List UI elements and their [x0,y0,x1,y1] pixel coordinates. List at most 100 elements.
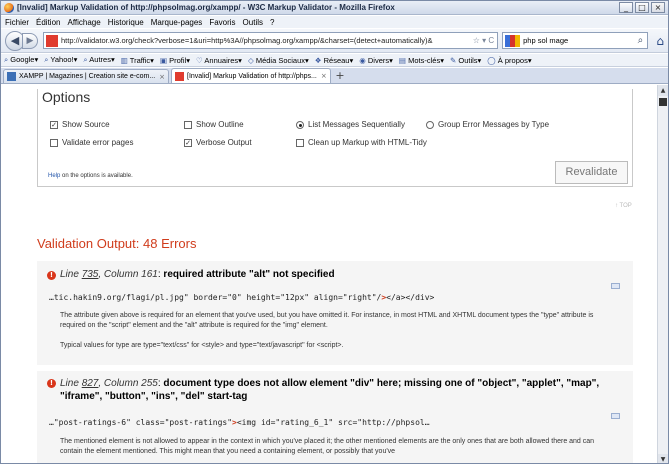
menu-help[interactable]: ? [270,18,274,27]
bookmark-reseau[interactable]: ❖ Réseau▾ [315,56,353,65]
home-icon[interactable]: ⌂ [652,33,668,49]
page-content: Options ✓ Show Source Show Outline List … [1,85,659,463]
validate-error-pages-checkbox[interactable] [50,138,58,147]
bookmark-autres[interactable]: ⌕ Autres▾ [83,55,114,65]
tab-label: [Invalid] Markup Validation of http://ph… [187,72,317,80]
menu-fichier[interactable]: Fichier [5,18,29,27]
search-icon[interactable]: ⌕ [633,35,647,46]
bookmark-outils[interactable]: ✎ Outils▾ [450,56,481,65]
show-outline-option[interactable]: Show Outline [184,120,244,129]
traffic-icon: ▥ [120,55,128,65]
help-link[interactable]: Help [48,173,60,179]
bookmark-traffic[interactable]: ▥ Traffic▾ [121,56,154,65]
bookmark-divers[interactable]: ◉ Divers▾ [359,56,393,65]
option-label: List Messages Sequentially [308,120,405,129]
search-input[interactable]: php sol mage [523,36,633,45]
bookmark-label: Divers▾ [367,55,393,65]
help-text-rest: on the options is available. [62,173,133,179]
tab-xampp[interactable]: XAMPP | Magazines | Creation site e-com.… [3,69,169,83]
menu-bar: Fichier Édition Affichage Historique Mar… [1,16,668,28]
scroll-down-icon[interactable]: ▼ [658,454,668,463]
options-heading: Options [42,89,91,105]
maximize-button[interactable]: □ [635,2,649,13]
validator-favicon-icon [175,71,184,81]
code-before: …tic.hakin9.org/flagi/pl.jpg" border="0"… [49,293,382,302]
error-message: ! Line 827, Column 255: document type do… [37,371,633,463]
verbose-output-option[interactable]: ✓ Verbose Output [184,138,252,147]
bookmark-label: Média Sociaux▾ [255,55,309,65]
verbose-output-checkbox[interactable]: ✓ [184,138,192,147]
window-title: [Invalid] Markup Validation of http://ph… [17,3,395,12]
site-favicon-icon [46,34,58,47]
line-link[interactable]: 735 [82,269,99,280]
browser-window: [Invalid] Markup Validation of http://ph… [0,0,669,464]
bookmark-label: Mots-clés▾ [408,55,444,65]
vertical-scrollbar[interactable]: ▲ ▼ [657,85,668,463]
bookmark-label: Autres▾ [89,55,115,64]
apropos-icon: ◯ [487,55,496,65]
scroll-thumb[interactable] [659,98,667,106]
close-tab-icon[interactable]: × [321,72,327,80]
line-link[interactable]: 827 [82,378,99,389]
menu-affichage[interactable]: Affichage [67,18,100,27]
outils-icon: ✎ [449,55,457,65]
option-label: Clean up Markup with HTML-Tidy [308,138,427,147]
option-label: Show Outline [196,120,244,129]
option-label: Validate error pages [62,138,134,147]
menu-marque-pages[interactable]: Marque-pages [151,18,203,27]
validation-output-heading: Validation Output: 48 Errors [37,236,197,251]
code-after: </a></div> [386,293,435,302]
bookmark-media[interactable]: ◇ Média Sociaux▾ [248,56,309,65]
top-link[interactable]: ↑ TOP [615,203,632,209]
bookmark-label: Google▾ [10,55,39,64]
help-text: Help on the options is available. [48,173,133,179]
option-label: Show Source [62,120,110,129]
option-label: Group Error Messages by Type [438,120,550,129]
show-source-option[interactable]: ✓ Show Source [50,120,110,129]
divers-icon: ◉ [359,55,366,65]
window-controls: _ □ × [619,2,665,13]
group-by-type-option[interactable]: Group Error Messages by Type [426,120,549,129]
motscles-icon: ▤ [398,55,407,65]
close-button[interactable]: × [651,2,665,13]
url-text[interactable]: http://validator.w3.org/check?verbose=1&… [61,36,470,45]
google-search-engine-icon[interactable] [505,34,521,47]
url-bar-controls[interactable]: ☆ ▾ C [473,36,494,45]
tab-validator[interactable]: [Invalid] Markup Validation of http://ph… [171,68,331,83]
close-tab-icon[interactable]: × [159,73,165,81]
list-sequential-radio[interactable] [296,120,304,129]
menu-historique[interactable]: Historique [108,18,144,27]
menu-outils[interactable]: Outils [243,18,263,27]
google-icon: ⌕ [4,55,9,64]
bookmark-apropos[interactable]: ◯ À propos▾ [487,56,531,65]
menu-edition[interactable]: Édition [36,18,60,27]
list-sequential-option[interactable]: List Messages Sequentially [296,120,405,129]
bookmark-annuaires[interactable]: ♡ Annuaires▾ [196,56,242,65]
explanation-toggle-icon[interactable] [611,413,620,419]
forward-button[interactable]: ▶ [22,32,38,49]
minimize-button[interactable]: _ [619,2,633,13]
yahoo-icon: ⌕ [44,55,49,64]
search-box[interactable]: php sol mage ⌕ [502,32,649,49]
validate-error-pages-option[interactable]: Validate error pages [50,138,133,147]
annuaires-icon: ♡ [196,55,203,65]
show-outline-checkbox[interactable] [184,120,192,129]
menu-favoris[interactable]: Favoris [209,18,235,27]
cleanup-checkbox[interactable] [296,138,304,147]
group-by-type-radio[interactable] [426,120,434,129]
bookmark-label: Profil▾ [169,55,190,65]
bookmark-label: Réseau▾ [323,55,354,65]
explanation-toggle-icon[interactable] [611,283,620,289]
cleanup-option[interactable]: Clean up Markup with HTML-Tidy [296,138,427,147]
bookmark-profil[interactable]: ▣ Profil▾ [160,56,190,65]
bookmark-google[interactable]: ⌕ Google▾ [4,55,38,65]
show-source-checkbox[interactable]: ✓ [50,120,58,129]
scroll-up-icon[interactable]: ▲ [658,85,668,96]
bookmark-motscles[interactable]: ▤ Mots-clés▾ [399,56,444,65]
new-tab-button[interactable]: + [333,70,347,83]
bookmark-yahoo[interactable]: ⌕ Yahoo!▾ [44,55,77,65]
reseau-icon: ❖ [314,55,322,65]
bookmark-label: Traffic▾ [129,55,154,65]
revalidate-button[interactable]: Revalidate [555,161,628,184]
url-bar[interactable]: http://validator.w3.org/check?verbose=1&… [43,32,499,49]
